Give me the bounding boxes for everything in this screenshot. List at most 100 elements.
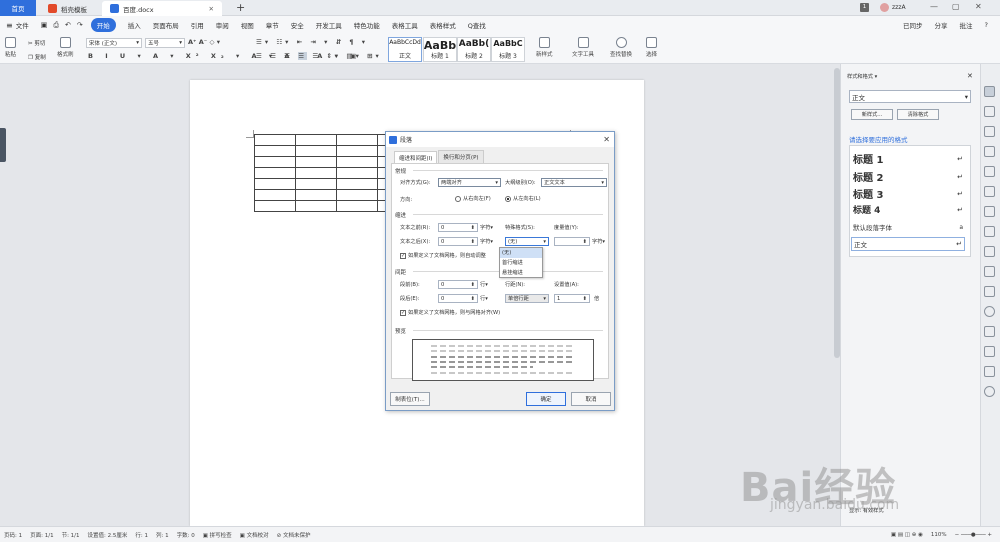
menu-file[interactable]: 文件 bbox=[16, 20, 29, 30]
wrench-icon[interactable] bbox=[984, 146, 995, 157]
status-spell-check[interactable]: ▣ 拼写检查 bbox=[203, 531, 232, 539]
align-select[interactable]: 两端对齐 ▾ bbox=[438, 178, 501, 187]
clear-format-button[interactable]: 清除格式 bbox=[897, 109, 939, 120]
font-size-select[interactable]: 五号 ▾ bbox=[145, 38, 185, 48]
panel-title[interactable]: 样式和格式 ▾ bbox=[847, 73, 877, 80]
measure-input[interactable]: ⬍ bbox=[554, 237, 590, 246]
style-heading3[interactable]: AaBbC 标题 3 bbox=[491, 37, 525, 62]
status-section[interactable]: 节: 1/1 bbox=[62, 531, 80, 539]
spinner-icon[interactable]: ⬍ bbox=[583, 239, 587, 245]
styles-panel-icon[interactable] bbox=[984, 86, 995, 97]
comment-button[interactable]: 批注 bbox=[960, 20, 973, 30]
help-icon[interactable] bbox=[984, 306, 995, 317]
template-icon[interactable] bbox=[984, 346, 995, 357]
radio-ltr[interactable]: 从左向右(L) bbox=[505, 195, 541, 202]
menu-find[interactable]: Q查找 bbox=[468, 20, 486, 30]
menu-reference[interactable]: 引用 bbox=[191, 20, 204, 30]
menu-table-style[interactable]: 表格样式 bbox=[430, 20, 456, 30]
avatar[interactable] bbox=[880, 3, 889, 12]
space-before-unit[interactable]: 行▾ bbox=[480, 281, 488, 288]
menu-section[interactable]: 章节 bbox=[266, 20, 279, 30]
status-page-number[interactable]: 页码: 1 bbox=[4, 531, 22, 539]
close-icon[interactable]: ✕ bbox=[603, 135, 610, 144]
zoom-level[interactable]: 110% bbox=[931, 532, 947, 538]
menu-view[interactable]: 视图 bbox=[241, 20, 254, 30]
list-icons[interactable]: ☰▾ ☷▾ ⇤ ⇥ ▾ ⇵ ¶ ▾ bbox=[256, 38, 368, 46]
menu-devtools[interactable]: 开发工具 bbox=[316, 20, 342, 30]
style-item-heading4[interactable]: 标题 4 ↵ bbox=[853, 203, 963, 217]
status-row[interactable]: 行: 1 bbox=[135, 531, 148, 539]
format-painter-button[interactable]: 格式刷 bbox=[57, 37, 74, 58]
before-text-unit[interactable]: 字符▾ bbox=[480, 224, 493, 231]
menu-table-tools[interactable]: 表格工具 bbox=[392, 20, 418, 30]
line-spacing-select[interactable]: 单倍行距 ▾ bbox=[505, 294, 549, 303]
paste-button[interactable]: 粘贴 bbox=[5, 37, 16, 58]
ok-button[interactable]: 确定 bbox=[526, 392, 566, 406]
status-column[interactable]: 列: 1 bbox=[156, 531, 169, 539]
style-item-heading3[interactable]: 标题 3 ↵ bbox=[853, 186, 963, 202]
radio-rtl[interactable]: 从右向左(F) bbox=[455, 195, 491, 202]
dropdown-option-first-line[interactable]: 首行缩进 bbox=[500, 258, 542, 268]
user-name[interactable]: zzzA bbox=[892, 4, 906, 11]
status-protection[interactable]: ⊘ 文档未保护 bbox=[277, 531, 311, 539]
before-text-input[interactable]: 0 ⬍ bbox=[438, 223, 478, 232]
status-word-count[interactable]: 字数: 0 bbox=[177, 531, 195, 539]
undo-icon[interactable]: ↶ bbox=[65, 21, 71, 29]
new-style-button[interactable]: 新样式 bbox=[536, 37, 553, 58]
grow-font-icon[interactable]: A⁺ A⁻ ◇ ▾ bbox=[188, 38, 220, 46]
grid-align-checkbox[interactable]: ✓ 如果定义了文档网格，则与网格对齐(W) bbox=[400, 309, 500, 316]
recognize-icon[interactable] bbox=[984, 366, 995, 377]
after-text-unit[interactable]: 字符▾ bbox=[480, 238, 493, 245]
outline-select[interactable]: 正文文本 ▾ bbox=[541, 178, 607, 187]
document-icon[interactable] bbox=[984, 166, 995, 177]
set-value-input[interactable]: 1 ⬍ bbox=[554, 294, 590, 303]
tab-stops-button[interactable]: 制表位(T)... bbox=[390, 392, 430, 406]
auto-adjust-checkbox[interactable]: ✓ 如果定义了文档网格，则自动调整 bbox=[400, 252, 486, 259]
spinner-icon[interactable]: ⬍ bbox=[583, 296, 587, 302]
tab-home[interactable]: 首页 bbox=[0, 0, 36, 16]
cancel-button[interactable]: 取消 bbox=[571, 392, 611, 406]
style-heading1[interactable]: AaBb 标题 1 bbox=[423, 37, 457, 62]
style-heading2[interactable]: AaBb(标题 2 bbox=[457, 37, 491, 62]
side-grip[interactable] bbox=[0, 128, 6, 162]
location-icon[interactable] bbox=[984, 386, 995, 397]
spinner-icon[interactable]: ⬍ bbox=[471, 296, 475, 302]
style-item-normal[interactable]: 正文 ↵ bbox=[851, 237, 965, 251]
menu-features[interactable]: 特色功能 bbox=[354, 20, 380, 30]
style-normal[interactable]: AaBbCcDd 正文 bbox=[388, 37, 422, 62]
close-icon[interactable]: ✕ bbox=[967, 72, 973, 80]
cut-button[interactable]: ✂ 剪切 bbox=[28, 39, 45, 47]
align-icons[interactable]: ☰ ☰ ☰ ☰ ☰ ⇕▾ ▤▾ ⊞▾ bbox=[256, 52, 382, 60]
image-icon[interactable] bbox=[984, 246, 995, 257]
spinner-icon[interactable]: ⬍ bbox=[471, 225, 475, 231]
status-pages[interactable]: 页面: 1/1 bbox=[30, 531, 53, 539]
view-mode-icons[interactable]: ▣ ▤ ◫ ⊕ ◉ bbox=[891, 532, 923, 538]
dropdown-option-none[interactable]: (无) bbox=[500, 248, 542, 258]
close-window-button[interactable]: ✕ bbox=[975, 2, 982, 11]
select-button[interactable]: 选择 bbox=[646, 37, 657, 58]
new-tab-button[interactable]: + bbox=[236, 1, 245, 14]
minimize-button[interactable]: — bbox=[930, 2, 938, 11]
zoom-slider[interactable]: − ───●─── + bbox=[955, 532, 992, 538]
tab-line-page-break[interactable]: 换行和分页(P) bbox=[438, 150, 484, 163]
spinner-icon[interactable]: ⬍ bbox=[471, 282, 475, 288]
text-tools-button[interactable]: 文字工具 bbox=[572, 37, 594, 58]
share-button[interactable]: 分享 bbox=[935, 20, 948, 30]
redo-icon[interactable]: ↷ bbox=[77, 21, 83, 29]
bookmark-icon[interactable] bbox=[984, 186, 995, 197]
current-style-select[interactable]: 正文 ▾ bbox=[849, 90, 971, 103]
cloud-icon[interactable] bbox=[984, 326, 995, 337]
measure-unit[interactable]: 字符▾ bbox=[592, 238, 605, 245]
maximize-button[interactable]: ▢ bbox=[952, 2, 960, 11]
font-select[interactable]: 宋体 (正文) ▾ bbox=[86, 38, 142, 48]
chat-icon[interactable] bbox=[984, 266, 995, 277]
menu-start[interactable]: 开始 bbox=[90, 18, 116, 32]
tab-daoke[interactable]: 稻壳模板 bbox=[40, 1, 98, 16]
shape-icon[interactable] bbox=[984, 126, 995, 137]
style-item-default-font[interactable]: 默认段落字体 a bbox=[853, 222, 963, 233]
after-text-input[interactable]: 0 ⬍ bbox=[438, 237, 478, 246]
menu-review[interactable]: 审阅 bbox=[216, 20, 229, 30]
space-after-unit[interactable]: 行▾ bbox=[480, 295, 488, 302]
space-before-input[interactable]: 0 ⬍ bbox=[438, 280, 478, 289]
spinner-icon[interactable]: ⬍ bbox=[471, 239, 475, 245]
